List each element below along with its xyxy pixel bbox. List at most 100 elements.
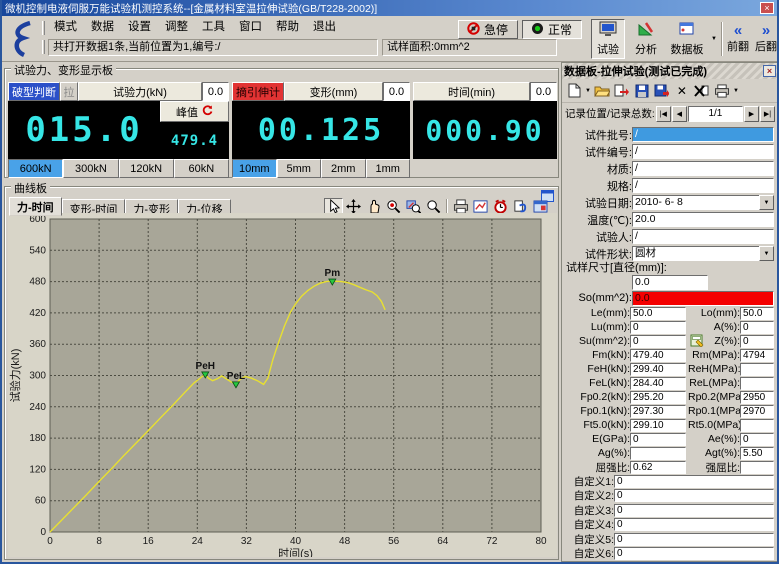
menu-item[interactable]: 退出 [307, 20, 342, 35]
result-field[interactable]: 297.30 [630, 405, 686, 418]
next-record-button[interactable]: ▶ [744, 106, 759, 122]
result-field[interactable] [740, 377, 774, 390]
custom-field[interactable]: 0 [614, 504, 774, 517]
pull-indicator: 拉 [60, 82, 78, 101]
result-field[interactable]: 284.40 [630, 377, 686, 390]
custom-field[interactable]: 0 [614, 518, 774, 531]
result-field[interactable]: 299.40 [630, 363, 686, 376]
new-record-icon[interactable] [565, 82, 583, 100]
so-field[interactable]: 0.0 [632, 291, 774, 306]
menu-item[interactable]: 模式 [48, 20, 83, 35]
export-record-icon[interactable] [613, 82, 631, 100]
peak-reset-icon[interactable] [202, 105, 213, 119]
menu-item[interactable]: 设置 [122, 20, 157, 35]
result-label: Ag(%): [566, 447, 630, 459]
result-field[interactable]: 2950 [740, 391, 774, 404]
deform-range-button[interactable]: 10mm [232, 159, 277, 178]
result-field[interactable]: 4794 [740, 349, 774, 362]
menu-item[interactable]: 帮助 [270, 20, 305, 35]
result-field[interactable]: 0 [740, 321, 774, 334]
save-all-icon[interactable] [653, 82, 671, 100]
caret-down-icon: ▼ [711, 36, 717, 42]
databoard-label: 数据板 [671, 41, 704, 57]
last-record-button[interactable]: ▶| [760, 106, 775, 122]
result-field[interactable] [740, 419, 774, 432]
first-record-button[interactable]: |◀ [656, 106, 671, 122]
result-field[interactable]: 0 [630, 433, 686, 446]
deform-range-button[interactable]: 5mm [277, 159, 322, 178]
prev-record-button[interactable]: ◀ [672, 106, 687, 122]
force-range-button[interactable]: 60kN [174, 159, 229, 178]
deform-range-button[interactable]: 2mm [321, 159, 366, 178]
result-field[interactable]: 50.0 [630, 307, 686, 320]
next-page-button[interactable]: » 后翻 [753, 19, 779, 59]
diameter-field[interactable]: 0.0 [632, 275, 708, 290]
result-field[interactable]: 0.62 [630, 461, 686, 474]
field-label: 试验日期: [566, 195, 632, 211]
specimen-no-field[interactable]: / [632, 144, 774, 159]
tester-field[interactable]: / [632, 229, 774, 244]
svg-text:64: 64 [437, 536, 449, 547]
material-field[interactable]: / [632, 161, 774, 176]
custom-field[interactable]: 0 [614, 547, 774, 560]
extensometer-button[interactable]: 摘引伸计 [232, 82, 284, 101]
result-field[interactable] [630, 447, 686, 460]
result-field[interactable]: 0 [740, 335, 774, 348]
databoard-toolbar: ▼ ✕ ▼ [562, 79, 778, 103]
delete-record-icon[interactable]: ✕ [673, 82, 691, 100]
save-record-icon[interactable] [633, 82, 651, 100]
result-field[interactable] [740, 363, 774, 376]
window-close-button[interactable]: × [760, 2, 774, 14]
test-date-field[interactable]: 2010- 6- 8 [632, 195, 760, 210]
batch-no-field[interactable]: / [632, 127, 774, 142]
custom-field[interactable]: 0 [614, 489, 774, 502]
menu-item[interactable]: 调整 [159, 20, 194, 35]
break-judge-button[interactable]: 破型判断 [8, 82, 60, 101]
toolbar-grip [42, 21, 45, 35]
test-mode-button[interactable]: 试验 [591, 19, 625, 59]
result-label: ReL(MPa): [688, 377, 740, 389]
analysis-button[interactable]: 分析 [629, 19, 663, 59]
date-dropdown-button[interactable]: ▼ [759, 195, 774, 210]
databoard-dropdown-caret[interactable]: ▼ [709, 19, 719, 59]
result-field[interactable]: 5.50 [740, 447, 774, 460]
shape-field[interactable]: 圆材 [632, 246, 760, 261]
normal-status-button[interactable]: 正常 [522, 20, 582, 39]
menu-item[interactable]: 窗口 [233, 20, 268, 35]
result-field[interactable]: 0 [630, 335, 686, 348]
menu-item[interactable]: 工具 [196, 20, 231, 35]
result-field[interactable]: 0 [630, 321, 686, 334]
result-field[interactable]: 299.10 [630, 419, 686, 432]
result-field[interactable]: 295.20 [630, 391, 686, 404]
prev-page-button[interactable]: « 前翻 [725, 19, 751, 59]
force-range-button[interactable]: 300kN [63, 159, 118, 178]
result-field[interactable] [740, 461, 774, 474]
result-field[interactable]: 479.40 [630, 349, 686, 362]
time-aux-value: 0.0 [530, 82, 557, 101]
databoard-close-button[interactable]: × [763, 65, 776, 77]
custom-field[interactable]: 0 [614, 475, 774, 488]
result-label: Rp0.1(MPa): [688, 405, 740, 417]
delete-all-icon[interactable] [693, 82, 711, 100]
curve-tab[interactable]: 力-时间 [9, 197, 62, 216]
custom-row: 自定义4: 0 [566, 518, 774, 533]
field-label: 规格: [566, 178, 632, 194]
result-field[interactable]: 50.0 [740, 307, 774, 320]
new-record-caret-icon[interactable]: ▼ [585, 88, 591, 94]
temperature-field[interactable]: 20.0 [632, 212, 774, 227]
result-field[interactable]: 2970 [740, 405, 774, 418]
print-caret-icon[interactable]: ▼ [733, 88, 739, 94]
open-record-icon[interactable] [593, 82, 611, 100]
force-range-button[interactable]: 120kN [119, 159, 174, 178]
shape-dropdown-button[interactable]: ▼ [759, 246, 774, 261]
print-record-icon[interactable] [713, 82, 731, 100]
deform-range-button[interactable]: 1mm [366, 159, 411, 178]
result-field[interactable]: 0 [740, 433, 774, 446]
custom-field[interactable]: 0 [614, 533, 774, 546]
emergency-stop-button[interactable]: 急停 [458, 20, 518, 39]
databoard-button[interactable]: 数据板 [665, 19, 709, 59]
force-aux-value: 0.0 [202, 82, 229, 101]
force-range-button[interactable]: 600kN [8, 159, 63, 178]
menu-item[interactable]: 数据 [85, 20, 120, 35]
spec-field[interactable]: / [632, 178, 774, 193]
